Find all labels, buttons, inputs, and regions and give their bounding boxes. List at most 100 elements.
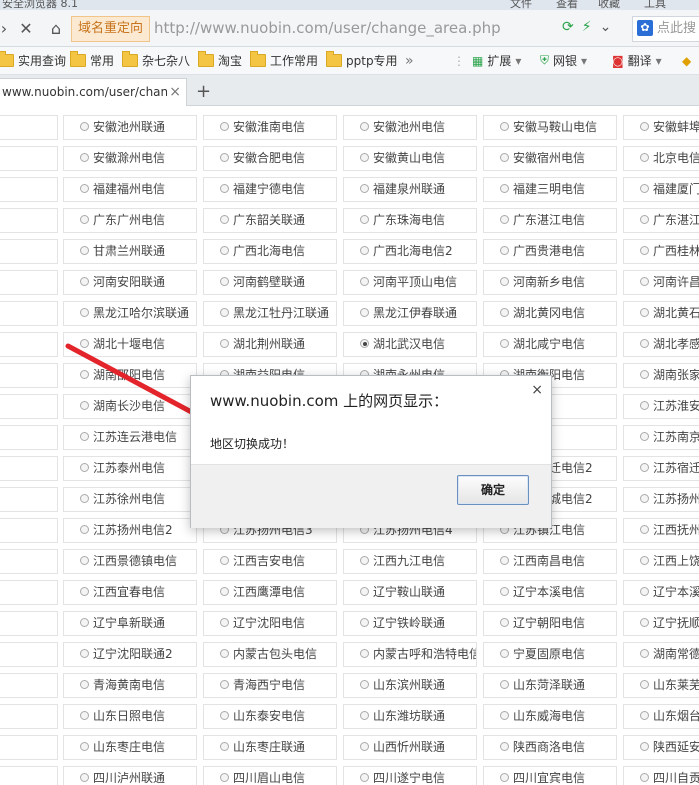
radio-button[interactable] bbox=[640, 215, 649, 224]
radio-button[interactable] bbox=[500, 153, 509, 162]
area-option[interactable]: 江西鹰潭电信 bbox=[203, 580, 337, 605]
radio-button[interactable] bbox=[220, 649, 229, 658]
area-option[interactable]: 四川眉山电信 bbox=[203, 766, 337, 785]
area-option[interactable]: 广西贵港电信 bbox=[483, 239, 617, 264]
radio-button[interactable] bbox=[500, 246, 509, 255]
area-option[interactable]: 广西桂林 bbox=[623, 239, 699, 264]
radio-button[interactable] bbox=[360, 277, 369, 286]
area-option[interactable]: 江西南昌电信 bbox=[483, 549, 617, 574]
radio-button[interactable] bbox=[360, 773, 369, 782]
area-option[interactable]: 辽宁阜新联通 bbox=[63, 611, 197, 636]
bookmark-item[interactable]: 淘宝 bbox=[198, 51, 242, 70]
close-icon[interactable]: × bbox=[531, 382, 543, 398]
bookmark-item[interactable]: 实用查询 bbox=[0, 51, 66, 70]
area-option[interactable]: 联通 bbox=[0, 642, 58, 667]
radio-button[interactable] bbox=[640, 494, 649, 503]
area-option[interactable]: 四川泸州联通 bbox=[63, 766, 197, 785]
radio-button[interactable] bbox=[80, 556, 89, 565]
area-option[interactable]: 内蒙古呼和浩特电信 bbox=[343, 642, 477, 667]
redirect-badge[interactable]: 域名重定向 bbox=[71, 16, 151, 42]
url-field[interactable]: http://www.nuobin.com/user/change_area.p… bbox=[154, 16, 501, 40]
radio-button[interactable] bbox=[500, 680, 509, 689]
radio-button[interactable] bbox=[360, 122, 369, 131]
extensions-button[interactable]: ▦ 扩展 ▾ bbox=[472, 51, 521, 70]
area-option[interactable]: 安徽池州联通 bbox=[63, 115, 197, 140]
area-option[interactable]: 安徽宿州电信 bbox=[483, 146, 617, 171]
area-option[interactable]: 电信1 bbox=[0, 518, 58, 543]
area-option[interactable]: 电信 bbox=[0, 270, 58, 295]
radio-button[interactable] bbox=[80, 711, 89, 720]
area-option[interactable]: 山东威海电信 bbox=[483, 704, 617, 729]
area-option[interactable]: 甘肃兰州联通 bbox=[63, 239, 197, 264]
area-option[interactable]: 北京电信 bbox=[623, 146, 699, 171]
area-option[interactable]: 山西忻州联通 bbox=[343, 735, 477, 760]
home-icon[interactable]: ⌂ bbox=[46, 18, 66, 38]
radio-button[interactable] bbox=[640, 556, 649, 565]
radio-button[interactable] bbox=[640, 308, 649, 317]
radio-button[interactable] bbox=[220, 773, 229, 782]
area-option[interactable]: 山东泰安电信 bbox=[203, 704, 337, 729]
area-option[interactable]: 陕西延安 bbox=[623, 735, 699, 760]
radio-button[interactable] bbox=[500, 339, 509, 348]
area-option[interactable]: 广东湛江 bbox=[623, 208, 699, 233]
area-option[interactable]: 辽宁沈阳电信 bbox=[203, 611, 337, 636]
area-option[interactable]: 山东潍坊联通 bbox=[343, 704, 477, 729]
bookmark-item[interactable]: 工作常用 bbox=[250, 51, 318, 70]
radio-button[interactable] bbox=[500, 773, 509, 782]
area-option[interactable]: 湖南长沙电信 bbox=[63, 394, 197, 419]
area-option[interactable]: 电信 bbox=[0, 146, 58, 171]
translate-button[interactable]: ◙ 翻译 ▾ bbox=[612, 51, 662, 70]
radio-button[interactable] bbox=[220, 618, 229, 627]
radio-button[interactable] bbox=[80, 587, 89, 596]
area-option[interactable]: 黑龙江哈尔滨联通 bbox=[63, 301, 197, 326]
radio-button[interactable] bbox=[220, 215, 229, 224]
radio-button[interactable] bbox=[640, 370, 649, 379]
area-option[interactable]: 湖北武汉电信 bbox=[343, 332, 477, 357]
radio-button[interactable] bbox=[500, 556, 509, 565]
area-option[interactable]: 安徽马鞍山电信 bbox=[483, 115, 617, 140]
stop-icon[interactable]: ✕ bbox=[16, 18, 36, 38]
bookmark-item[interactable]: pptp专用 bbox=[326, 51, 398, 70]
area-option[interactable]: 电信 bbox=[0, 487, 58, 512]
radio-button[interactable] bbox=[80, 494, 89, 503]
radio-button[interactable] bbox=[220, 184, 229, 193]
area-option[interactable]: 辽宁鞍山联通 bbox=[343, 580, 477, 605]
radio-button[interactable] bbox=[80, 122, 89, 131]
radio-button[interactable] bbox=[640, 277, 649, 286]
area-option[interactable]: 电信2 bbox=[0, 704, 58, 729]
ok-button[interactable]: 确定 bbox=[457, 475, 529, 505]
more-bookmarks-icon[interactable]: » bbox=[405, 51, 414, 70]
area-option[interactable]: 江苏徐州电信 bbox=[63, 487, 197, 512]
radio-button[interactable] bbox=[500, 711, 509, 720]
search-input[interactable]: ✿ 点此搜 bbox=[632, 16, 699, 42]
radio-button[interactable] bbox=[640, 153, 649, 162]
radio-button[interactable] bbox=[80, 401, 89, 410]
radio-button[interactable] bbox=[360, 618, 369, 627]
radio-button[interactable] bbox=[80, 742, 89, 751]
area-option[interactable]: 山东枣庄联通 bbox=[203, 735, 337, 760]
area-option[interactable]: 广西北海电信 bbox=[203, 239, 337, 264]
area-option[interactable]: 电信 bbox=[0, 580, 58, 605]
extension-icon[interactable]: ◆ bbox=[682, 51, 691, 70]
area-option[interactable]: 内蒙古包头电信 bbox=[203, 642, 337, 667]
area-option[interactable]: 四川自贡 bbox=[623, 766, 699, 785]
radio-button[interactable] bbox=[220, 122, 229, 131]
radio-button[interactable] bbox=[220, 153, 229, 162]
radio-button[interactable] bbox=[80, 370, 89, 379]
close-tab-icon[interactable]: × bbox=[169, 84, 181, 100]
radio-button[interactable] bbox=[640, 742, 649, 751]
area-option[interactable]: 安徽合肥电信 bbox=[203, 146, 337, 171]
area-option[interactable]: 宁夏固原电信 bbox=[483, 642, 617, 667]
area-option[interactable]: 福建厦门 bbox=[623, 177, 699, 202]
area-option[interactable]: 青海西宁电信 bbox=[203, 673, 337, 698]
radio-button[interactable] bbox=[360, 587, 369, 596]
area-option[interactable]: 广东珠海电信 bbox=[343, 208, 477, 233]
area-option[interactable]: 山东莱芜 bbox=[623, 673, 699, 698]
area-option[interactable]: 江苏淮安 bbox=[623, 394, 699, 419]
area-option[interactable]: 黑龙江牡丹江联通 bbox=[203, 301, 337, 326]
radio-button[interactable] bbox=[500, 215, 509, 224]
lightning-icon[interactable]: ⚡ bbox=[582, 19, 592, 35]
radio-button[interactable] bbox=[640, 432, 649, 441]
area-option[interactable]: 辽宁铁岭联通 bbox=[343, 611, 477, 636]
area-option[interactable]: 福建宁德电信 bbox=[203, 177, 337, 202]
